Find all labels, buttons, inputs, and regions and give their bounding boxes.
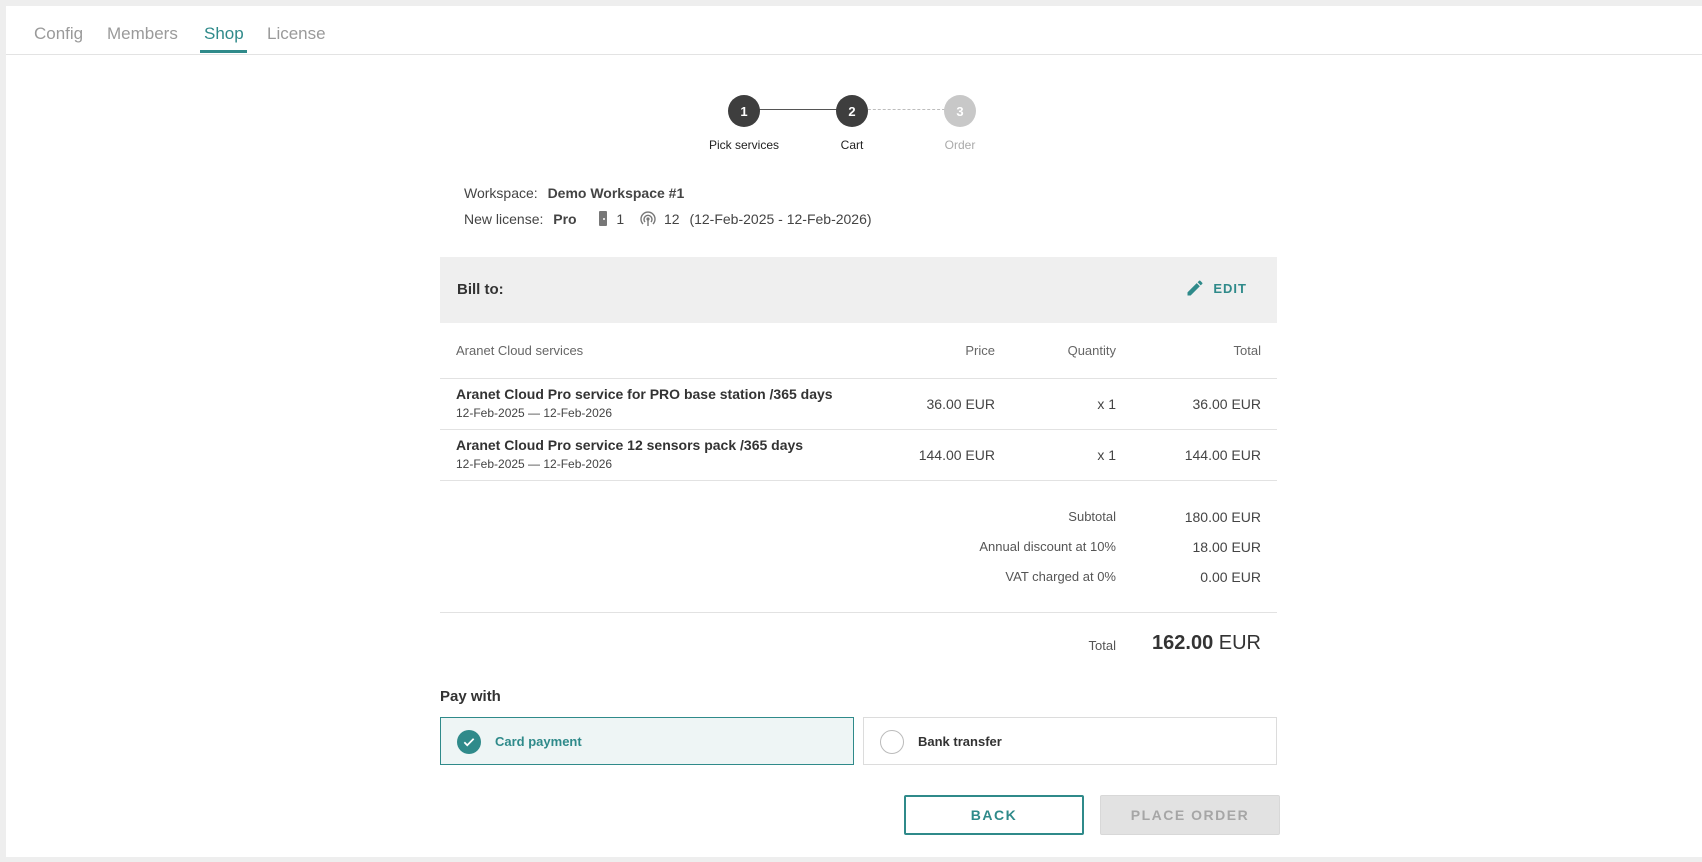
- back-button[interactable]: BACK: [904, 795, 1084, 835]
- grand-total-amount: 162.00: [1152, 632, 1214, 654]
- active-tab-indicator: [200, 50, 247, 53]
- service-quantity: x 1: [1097, 396, 1116, 412]
- place-order-button[interactable]: PLACE ORDER: [1100, 795, 1280, 835]
- discount-value: 18.00 EUR: [1192, 539, 1261, 555]
- tab-license[interactable]: License: [267, 24, 326, 44]
- step-3-label: Order: [944, 138, 976, 152]
- base-station-count: 1: [616, 211, 625, 227]
- discount-row: Annual discount at 10% 18.00 EUR: [440, 539, 1277, 559]
- edit-label: EDIT: [1213, 280, 1247, 296]
- checkmark-icon: [457, 730, 481, 754]
- step-2-circle: 2: [836, 95, 868, 127]
- step-3-circle: 3: [944, 95, 976, 127]
- edit-billing-button[interactable]: EDIT: [1185, 278, 1247, 298]
- payment-option-label: Bank transfer: [918, 734, 1002, 749]
- sensor-icon: [640, 211, 656, 226]
- workspace-name: Demo Workspace #1: [547, 185, 685, 201]
- step-connector-pending: [858, 109, 950, 110]
- bill-to-label: Bill to:: [457, 281, 504, 298]
- services-table: Aranet Cloud services Price Quantity Tot…: [440, 324, 1277, 481]
- service-dates: 12-Feb-2025 — 12-Feb-2026: [456, 457, 613, 471]
- discount-label: Annual discount at 10%: [979, 539, 1116, 554]
- bill-to-section: Bill to: EDIT: [440, 257, 1277, 323]
- service-name: Aranet Cloud Pro service 12 sensors pack…: [456, 437, 804, 453]
- service-total: 36.00 EUR: [1192, 396, 1261, 412]
- step-connector-done: [750, 109, 842, 110]
- step-2-label: Cart: [840, 138, 864, 152]
- vat-row: VAT charged at 0% 0.00 EUR: [440, 569, 1277, 589]
- grand-total-currency: EUR: [1218, 632, 1261, 654]
- payment-option-bank[interactable]: Bank transfer: [863, 717, 1277, 765]
- vat-label: VAT charged at 0%: [1005, 569, 1116, 584]
- grand-total-value: 162.00 EUR: [1106, 632, 1261, 655]
- subtotal-label: Subtotal: [1068, 509, 1116, 524]
- license-info: New license: Pro 1 12 (12-Feb-2025 - 12-…: [464, 211, 872, 227]
- pay-with-title: Pay with: [440, 688, 501, 705]
- subtotal-row: Subtotal 180.00 EUR: [440, 509, 1277, 529]
- service-name: Aranet Cloud Pro service for PRO base st…: [456, 386, 833, 402]
- header-quantity: Quantity: [1067, 343, 1116, 358]
- license-label: New license:: [464, 211, 544, 227]
- service-dates: 12-Feb-2025 — 12-Feb-2026: [456, 406, 613, 420]
- payment-option-card[interactable]: Card payment: [440, 717, 854, 765]
- workspace-label: Workspace:: [464, 185, 538, 201]
- vat-value: 0.00 EUR: [1200, 569, 1261, 585]
- radio-icon: [880, 730, 904, 754]
- door-icon: [598, 211, 607, 226]
- tab-config[interactable]: Config: [34, 24, 83, 44]
- service-quantity: x 1: [1097, 447, 1116, 463]
- step-1-label: Pick services: [708, 138, 779, 152]
- step-1-circle: 1: [728, 95, 760, 127]
- license-plan: Pro: [553, 211, 577, 227]
- sensor-count: 12: [663, 211, 680, 227]
- tab-bar: Config Members Shop License: [6, 6, 1702, 55]
- workspace-info: Workspace: Demo Workspace #1: [464, 185, 684, 201]
- table-row: Aranet Cloud Pro service for PRO base st…: [440, 379, 1277, 430]
- tab-members[interactable]: Members: [107, 24, 178, 44]
- header-price: Price: [965, 343, 995, 358]
- header-total: Total: [1233, 343, 1261, 358]
- shop-panel: Config Members Shop License 1 Pick servi…: [6, 6, 1702, 857]
- table-header: Aranet Cloud services Price Quantity Tot…: [440, 324, 1277, 379]
- license-period: (12-Feb-2025 - 12-Feb-2026): [689, 211, 872, 227]
- service-price: 144.00 EUR: [918, 447, 995, 463]
- subtotal-value: 180.00 EUR: [1184, 509, 1261, 525]
- tab-shop[interactable]: Shop: [204, 24, 244, 44]
- summary-divider: [440, 612, 1277, 613]
- payment-option-label: Card payment: [495, 734, 582, 749]
- pencil-icon: [1187, 280, 1203, 296]
- table-row: Aranet Cloud Pro service 12 sensors pack…: [440, 430, 1277, 481]
- service-total: 144.00 EUR: [1184, 447, 1261, 463]
- service-price: 36.00 EUR: [926, 396, 995, 412]
- header-service: Aranet Cloud services: [456, 343, 584, 358]
